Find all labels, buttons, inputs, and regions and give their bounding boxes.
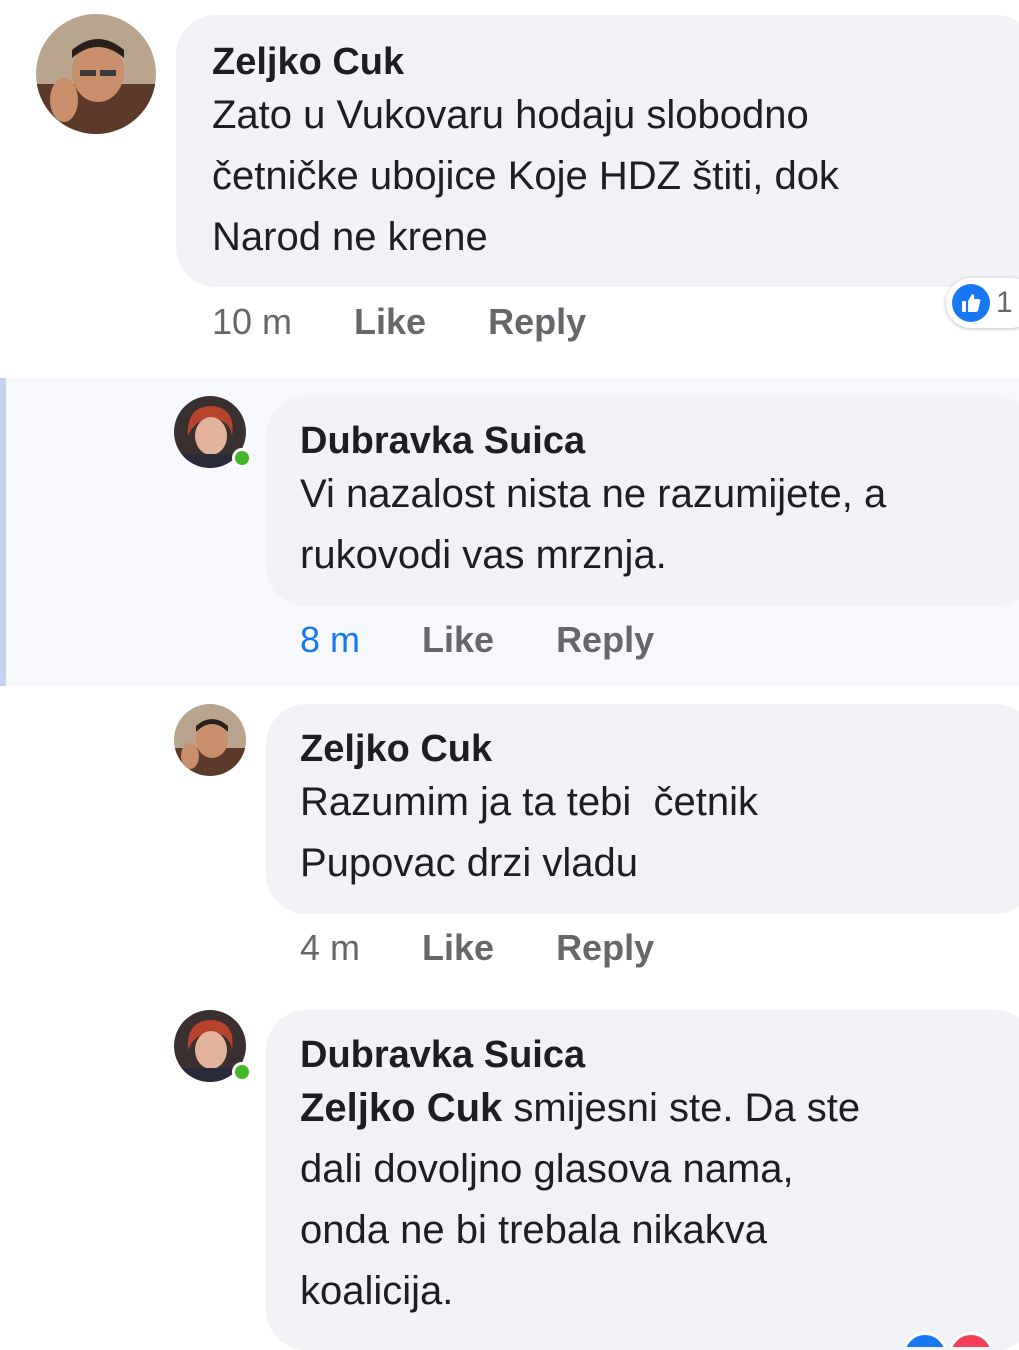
like-button[interactable]: Like — [422, 926, 494, 970]
heart-icon — [948, 1332, 994, 1347]
thumbs-up-icon — [902, 1332, 948, 1347]
reply-button[interactable]: Reply — [488, 300, 586, 344]
reply-button[interactable]: Reply — [556, 618, 654, 662]
avatar[interactable] — [174, 1010, 252, 1082]
mention-link[interactable]: Zeljko Cuk — [300, 1086, 502, 1130]
comment-timestamp[interactable]: 4 m — [300, 926, 360, 970]
like-button[interactable]: Like — [354, 300, 426, 344]
profile-photo-icon — [36, 14, 156, 134]
comment-timestamp[interactable]: 10 m — [212, 300, 292, 344]
comment-text-line: Zeljko Cuk smijesni ste. Da ste — [300, 1078, 1019, 1139]
comment-text-line: rukovodi vas mrznja. — [300, 533, 667, 577]
comment-bubble: Dubravka Suica Vi nazalost nista ne razu… — [266, 396, 1019, 606]
reply-button[interactable]: Reply — [556, 926, 654, 970]
comment-text-line: Narod ne krene — [212, 215, 488, 259]
comment-author[interactable]: Zeljko Cuk — [212, 39, 1019, 85]
online-status-icon — [232, 1062, 252, 1082]
comment-text-line: onda ne bi trebala nikakva — [300, 1208, 767, 1252]
comment-actions: 4 m Like Reply — [300, 926, 654, 970]
avatar[interactable] — [174, 704, 246, 776]
comment-author[interactable]: Dubravka Suica — [300, 1032, 1019, 1078]
reaction-summary[interactable]: 1 — [946, 278, 1019, 328]
profile-photo-icon — [174, 704, 246, 776]
comment-timestamp[interactable]: 8 m — [300, 618, 360, 662]
thread-indicator-bar — [0, 378, 6, 686]
thumbs-up-icon — [952, 284, 990, 322]
avatar[interactable] — [174, 396, 252, 468]
comment-bubble: Zeljko Cuk Zato u Vukovaru hodaju slobod… — [176, 15, 1019, 287]
reaction-summary[interactable] — [902, 1332, 1002, 1347]
avatar[interactable] — [36, 14, 156, 134]
comment-bubble: Zeljko Cuk Razumim ja ta tebi četnik Pup… — [266, 704, 1019, 914]
comment-text-line: Pupovac drzi vladu — [300, 841, 638, 885]
comment-actions: 8 m Like Reply — [300, 618, 654, 662]
comment-text-line: dali dovoljno glasova nama, — [300, 1147, 794, 1191]
comment-text-line: Razumim ja ta tebi četnik — [300, 780, 758, 824]
online-status-icon — [232, 448, 252, 468]
comment-text-line: četničke ubojice Koje HDZ štiti, dok — [212, 154, 839, 198]
comment-text-line: Vi nazalost nista ne razumijete, a — [300, 472, 887, 516]
reaction-count: 1 — [996, 286, 1013, 319]
comment-text-line: koalicija. — [300, 1269, 454, 1313]
comment-bubble: Dubravka Suica Zeljko Cuk smijesni ste. … — [266, 1010, 1019, 1350]
comment-author[interactable]: Zeljko Cuk — [300, 726, 1019, 772]
comment-actions: 10 m Like Reply — [212, 300, 586, 344]
comment-text-line: Zato u Vukovaru hodaju slobodno — [212, 93, 809, 137]
comment-author[interactable]: Dubravka Suica — [300, 418, 1019, 464]
comment-text-fragment: smijesni ste. Da ste — [502, 1086, 861, 1130]
like-button[interactable]: Like — [422, 618, 494, 662]
